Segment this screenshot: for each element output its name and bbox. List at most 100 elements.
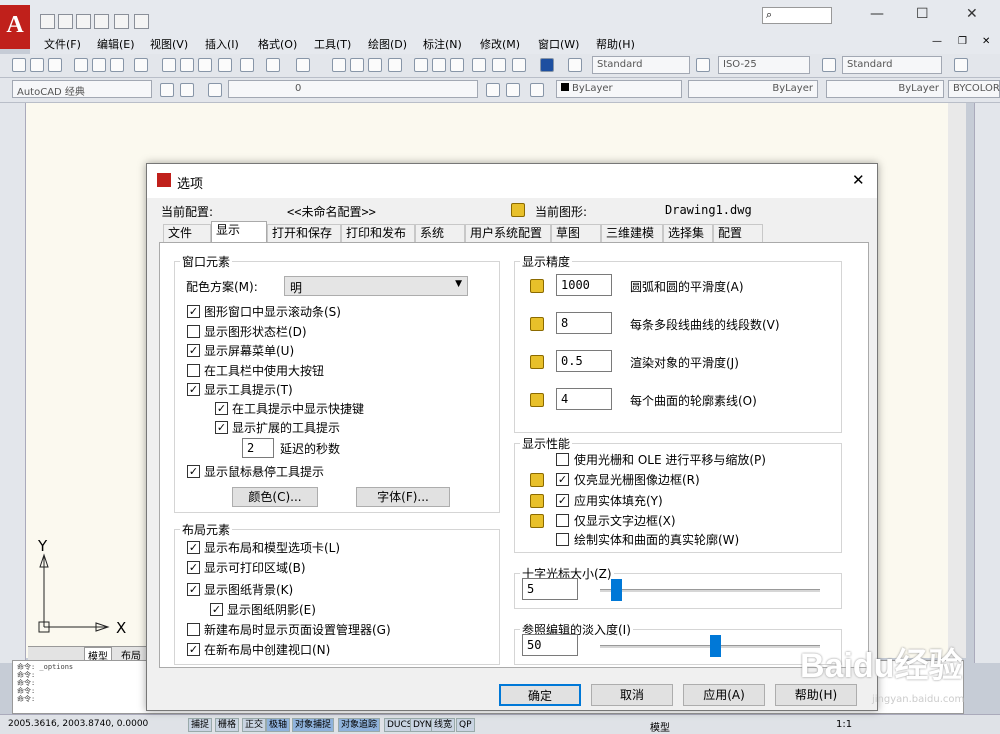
tab-files[interactable]: 文件 xyxy=(163,224,211,242)
arc-smoothness-input[interactable]: 1000 xyxy=(556,274,612,296)
checkbox-paper-background[interactable]: ✓ xyxy=(187,583,200,596)
contour-lines-input[interactable]: 4 xyxy=(556,388,612,410)
copy-icon[interactable] xyxy=(180,58,194,72)
layer-previous-icon[interactable] xyxy=(506,83,520,97)
checkbox-screen-menu[interactable]: ✓ xyxy=(187,344,200,357)
multileader-style-icon[interactable] xyxy=(954,58,968,72)
menu-modify[interactable]: 修改(M) xyxy=(480,36,520,52)
linetype-select[interactable]: ByLayer xyxy=(688,80,818,98)
table-style-icon[interactable] xyxy=(822,58,836,72)
cut-icon[interactable] xyxy=(162,58,176,72)
lineweight-select[interactable]: ByLayer xyxy=(826,80,944,98)
checkbox-text-frame[interactable] xyxy=(556,514,569,527)
menu-dimension[interactable]: 标注(N) xyxy=(423,36,462,52)
menu-format[interactable]: 格式(O) xyxy=(258,36,297,52)
dim-style-select[interactable]: ISO-25 xyxy=(718,56,810,74)
layer-select[interactable]: 0 xyxy=(228,80,478,98)
checkbox-layout-tabs[interactable]: ✓ xyxy=(187,541,200,554)
new-icon[interactable] xyxy=(12,58,26,72)
crosshair-slider-track[interactable] xyxy=(600,589,820,592)
menu-file[interactable]: 文件(F) xyxy=(44,36,81,52)
dim-style-icon[interactable] xyxy=(696,58,710,72)
polyline-segments-input[interactable]: 8 xyxy=(556,312,612,334)
tab-3d-modeling[interactable]: 三维建模 xyxy=(601,224,663,242)
text-style-select[interactable]: Standard xyxy=(592,56,690,74)
apply-button[interactable]: 应用(A) xyxy=(683,684,765,706)
doc-restore-icon[interactable]: ❐ xyxy=(958,36,967,47)
xref-fading-input[interactable]: 50 xyxy=(522,634,578,656)
properties-icon[interactable] xyxy=(414,58,428,72)
open-icon[interactable] xyxy=(30,58,44,72)
dialog-close-icon[interactable]: ✕ xyxy=(852,171,865,189)
undo-icon[interactable] xyxy=(266,58,280,72)
tab-profiles[interactable]: 配置 xyxy=(713,224,763,242)
tool-palettes-icon[interactable] xyxy=(450,58,464,72)
zoom-window-icon[interactable] xyxy=(368,58,382,72)
zoom-previous-icon[interactable] xyxy=(388,58,402,72)
checkbox-create-viewport[interactable]: ✓ xyxy=(187,643,200,656)
text-style-icon[interactable] xyxy=(568,58,582,72)
checkbox-extended-tooltips[interactable]: ✓ xyxy=(215,421,228,434)
grid-toggle[interactable]: 栅格 xyxy=(215,718,240,732)
model-space-label[interactable]: 模型 xyxy=(650,719,670,734)
polar-toggle[interactable]: 极轴 xyxy=(266,718,291,732)
redo-icon[interactable] xyxy=(134,14,149,29)
osnap-toggle[interactable]: 对象捕捉 xyxy=(292,718,335,732)
save-icon[interactable] xyxy=(76,14,91,29)
checkbox-raster-ole-pan[interactable] xyxy=(556,453,569,466)
layer-manager-icon[interactable] xyxy=(208,83,222,97)
tooltip-delay-input[interactable]: 2 xyxy=(242,438,274,458)
tab-open-save[interactable]: 打开和保存 xyxy=(267,224,341,242)
doc-minimize-icon[interactable]: — xyxy=(932,36,942,47)
colors-button[interactable]: 颜色(C)... xyxy=(232,487,318,507)
checkbox-rollover-tooltips[interactable]: ✓ xyxy=(187,465,200,478)
zoom-realtime-icon[interactable] xyxy=(350,58,364,72)
workspace-select[interactable]: AutoCAD 经典 xyxy=(12,80,152,98)
preview-icon[interactable] xyxy=(92,58,106,72)
publish-icon[interactable] xyxy=(110,58,124,72)
table-style-select[interactable]: Standard xyxy=(842,56,942,74)
menu-insert[interactable]: 插入(I) xyxy=(205,36,239,52)
color-select[interactable]: ByLayer xyxy=(556,80,682,98)
ortho-toggle[interactable]: 正交 xyxy=(242,718,267,732)
quickcalc-icon[interactable] xyxy=(512,58,526,72)
snap-toggle[interactable]: 捕捉 xyxy=(188,718,213,732)
maximize-icon[interactable]: ☐ xyxy=(916,6,929,22)
design-center-icon[interactable] xyxy=(432,58,446,72)
cancel-button[interactable]: 取消 xyxy=(591,684,673,706)
help-search-box[interactable]: ⌕ xyxy=(762,7,832,24)
palette-icon[interactable] xyxy=(180,83,194,97)
color-scheme-select[interactable]: 明 ▼ xyxy=(284,276,468,296)
block-editor-icon[interactable] xyxy=(240,58,254,72)
help-icon[interactable] xyxy=(540,58,554,72)
undo-icon[interactable] xyxy=(114,14,129,29)
checkbox-raster-frame[interactable]: ✓ xyxy=(556,473,569,486)
close-window-icon[interactable]: ✕ xyxy=(966,6,978,22)
xref-slider-thumb[interactable] xyxy=(710,635,721,657)
checkbox-page-setup-manager[interactable] xyxy=(187,623,200,636)
lineweight-toggle[interactable]: 线宽 xyxy=(431,718,456,732)
search-icon[interactable]: ⌕ xyxy=(763,8,772,21)
save-icon[interactable] xyxy=(48,58,62,72)
vertical-scrollbar[interactable] xyxy=(948,103,966,658)
menu-tools[interactable]: 工具(T) xyxy=(314,36,351,52)
workspace-settings-icon[interactable] xyxy=(160,83,174,97)
plotstyle-select[interactable]: BYCOLOR xyxy=(948,80,1000,98)
checkbox-tooltips[interactable]: ✓ xyxy=(187,383,200,396)
tab-display[interactable]: 显示 xyxy=(211,221,267,243)
checkbox-large-buttons[interactable] xyxy=(187,364,200,377)
checkbox-shortcut-keys[interactable]: ✓ xyxy=(215,402,228,415)
pan-icon[interactable] xyxy=(332,58,346,72)
crosshair-size-input[interactable]: 5 xyxy=(522,578,578,600)
menu-window[interactable]: 窗口(W) xyxy=(538,36,579,52)
checkbox-solid-fill[interactable]: ✓ xyxy=(556,494,569,507)
otrack-toggle[interactable]: 对象追踪 xyxy=(338,718,381,732)
qp-toggle[interactable]: QP xyxy=(456,718,475,732)
fonts-button[interactable]: 字体(F)... xyxy=(356,487,450,507)
open-file-icon[interactable] xyxy=(58,14,73,29)
make-current-icon[interactable] xyxy=(486,83,500,97)
menu-help[interactable]: 帮助(H) xyxy=(596,36,635,52)
render-smoothness-input[interactable]: 0.5 xyxy=(556,350,612,372)
checkbox-status-bar[interactable] xyxy=(187,325,200,338)
redo-icon[interactable] xyxy=(296,58,310,72)
